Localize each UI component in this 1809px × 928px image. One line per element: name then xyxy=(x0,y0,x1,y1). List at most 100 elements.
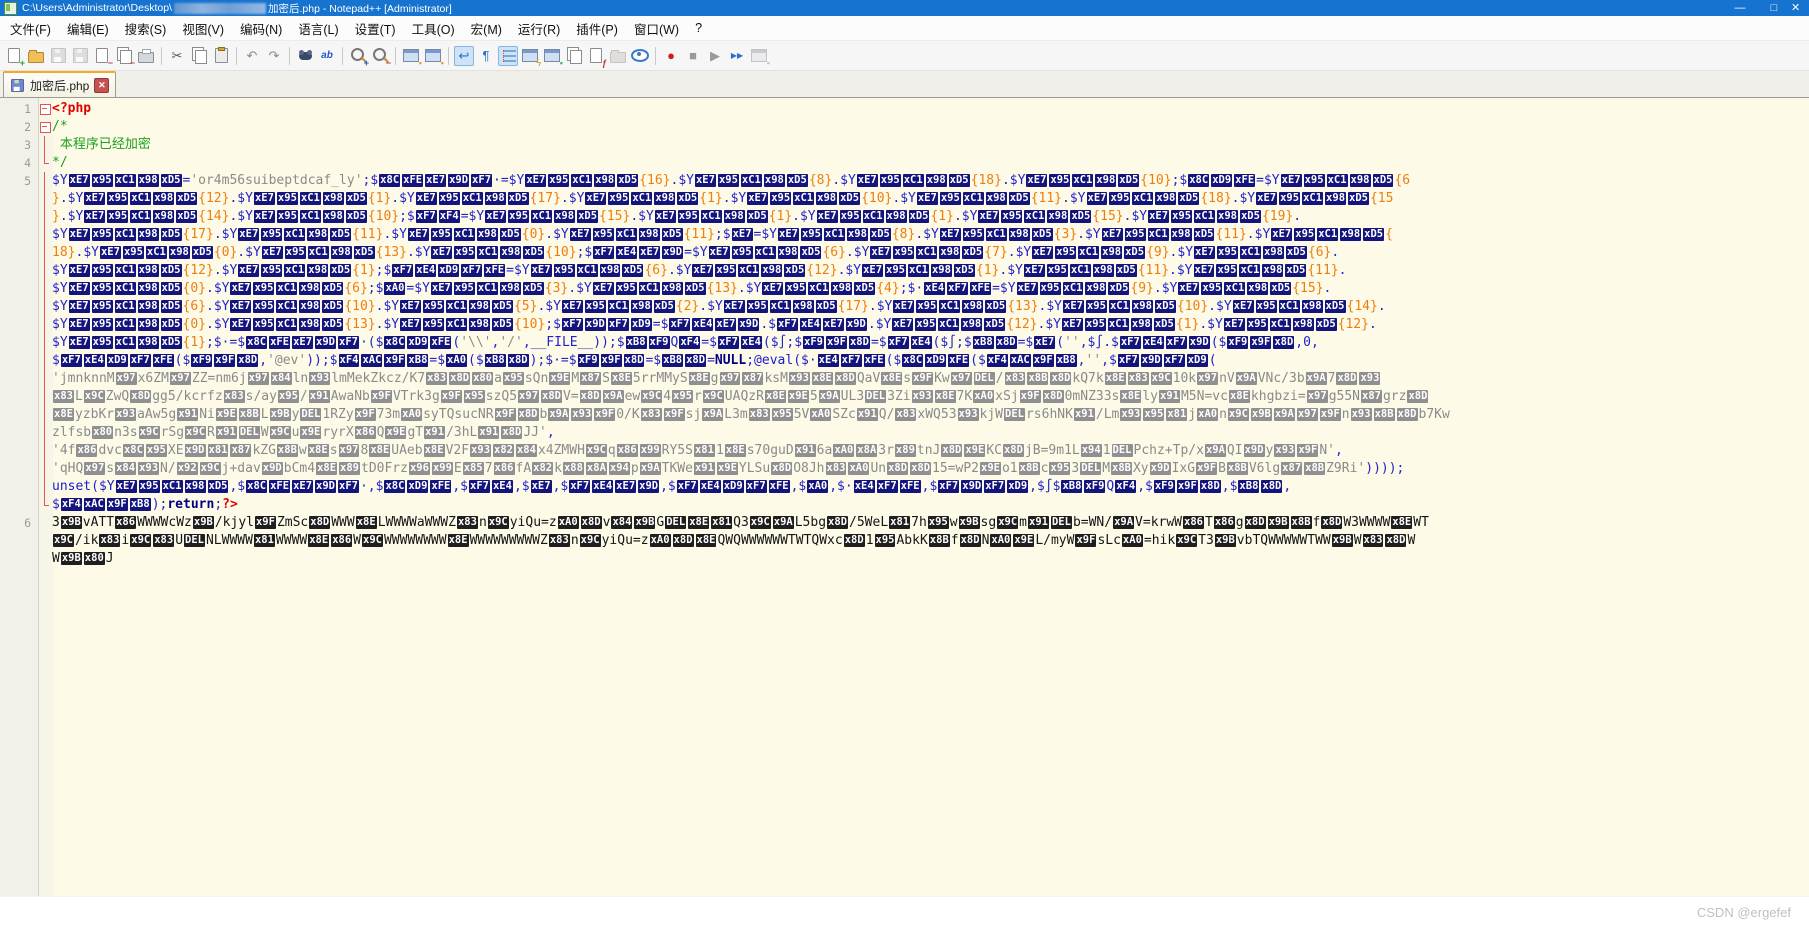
menu-item-4[interactable]: 编码(N) xyxy=(232,16,290,41)
menu-item-2[interactable]: 搜索(S) xyxy=(117,16,175,41)
open-folder-icon[interactable] xyxy=(26,46,46,66)
code-token: L3m xyxy=(724,407,747,422)
macro-stop-icon[interactable]: ■ xyxy=(683,46,703,66)
code-token: '' xyxy=(1064,335,1080,350)
menu-item-0[interactable]: 文件(F) xyxy=(2,16,59,41)
hex-byte-block: x95 xyxy=(1086,300,1107,313)
show-all-characters-icon[interactable]: ¶ xyxy=(476,46,496,66)
document-switcher-icon[interactable]: ▪ xyxy=(542,46,562,66)
code-token: $Y xyxy=(1255,227,1271,242)
paste-icon[interactable] xyxy=(211,46,231,66)
code-token: {4} xyxy=(876,281,899,296)
code-token: . xyxy=(1369,317,1377,332)
code-token: . xyxy=(1002,173,1010,188)
replace-icon[interactable]: ab xyxy=(317,46,337,66)
hex-byte-block: xC1 xyxy=(284,228,305,241)
menu-item-9[interactable]: 运行(R) xyxy=(510,16,568,41)
code-token: . xyxy=(1208,299,1216,314)
menu-item-11[interactable]: 窗口(W) xyxy=(626,16,687,41)
document-map-icon[interactable]: ϟ xyxy=(520,46,540,66)
hex-byte-block: x98 xyxy=(1262,264,1283,277)
maximize-button[interactable]: □ xyxy=(1757,0,1791,16)
hex-byte-block: x9A xyxy=(548,408,569,421)
fold-line-marker xyxy=(38,298,52,316)
minimize-button[interactable]: — xyxy=(1723,0,1757,16)
hex-byte-block: x91 xyxy=(478,426,499,439)
hex-byte-block: xD5 xyxy=(1116,264,1137,277)
menu-item-7[interactable]: 工具(O) xyxy=(404,16,463,41)
hex-byte-block: x8C xyxy=(384,336,405,349)
menu-item-3[interactable]: 视图(V) xyxy=(174,16,232,41)
hex-byte-block: x9D xyxy=(738,318,759,331)
print-icon[interactable] xyxy=(136,46,156,66)
cut-icon[interactable]: ✂ xyxy=(167,46,187,66)
document-list-icon[interactable] xyxy=(564,46,584,66)
new-file-icon[interactable]: + xyxy=(4,46,24,66)
fold-line-marker xyxy=(38,496,52,514)
document-map-badge: ϟ xyxy=(536,59,541,68)
hex-byte-block: x9D xyxy=(315,480,336,493)
menu-item-8[interactable]: 宏(M) xyxy=(463,16,510,41)
hex-byte-block: xC1 xyxy=(276,282,297,295)
menu-item-6[interactable]: 设置(T) xyxy=(347,16,404,41)
folder-as-workspace-icon[interactable] xyxy=(608,46,628,66)
menu-item-1[interactable]: 编辑(E) xyxy=(59,16,117,41)
hex-byte-block: xC1 xyxy=(115,336,136,349)
find-icon[interactable] xyxy=(295,46,315,66)
sync-vertical-scrolling-icon[interactable]: ▪ xyxy=(401,46,421,66)
copy-icon[interactable] xyxy=(189,46,209,66)
fold-collapse-marker[interactable] xyxy=(38,118,52,136)
save-icon[interactable] xyxy=(48,46,68,66)
code-token: NULL xyxy=(715,353,746,368)
close-all-documents-icon[interactable]: − xyxy=(114,46,134,66)
tab-bar: 加密后.php ✕ xyxy=(0,71,1809,98)
word-wrap-icon[interactable]: ↩ xyxy=(454,46,474,66)
menu-item-12[interactable]: ? xyxy=(687,18,710,38)
save-all-icon[interactable] xyxy=(70,46,90,66)
macro-play-icon[interactable]: ▶ xyxy=(705,46,725,66)
hex-byte-block: x8E xyxy=(611,372,632,385)
menu-item-10[interactable]: 插件(P) xyxy=(568,16,626,41)
hex-byte-block: xE7 xyxy=(69,318,90,331)
hex-byte-block: xD9 xyxy=(723,480,744,493)
redo-icon[interactable]: ↷ xyxy=(264,46,284,66)
hex-byte-block: x98 xyxy=(1350,174,1371,187)
hex-byte-block: x9B xyxy=(1215,534,1236,547)
menu-item-5[interactable]: 语言(L) xyxy=(290,16,346,41)
code-area[interactable]: <?php/* 本程序已经加密*/$YxE7x95xC1x98xD5='or4m… xyxy=(52,100,1809,568)
hex-byte-block: xD5 xyxy=(1108,282,1129,295)
tab-close-icon[interactable]: ✕ xyxy=(94,78,109,93)
hex-byte-block: x99 xyxy=(640,444,661,457)
hex-byte-block: xE7 xyxy=(1063,300,1084,313)
code-token: NLWWWW xyxy=(206,533,253,548)
macro-run-multiple-icon[interactable]: ▶▶ xyxy=(727,46,747,66)
monitoring-icon[interactable] xyxy=(630,46,650,66)
close-document-icon[interactable]: − xyxy=(92,46,112,66)
code-token: sLc xyxy=(1097,533,1120,548)
code-token: kQ7k xyxy=(1072,371,1103,386)
line-number-blank xyxy=(0,334,38,352)
undo-icon[interactable]: ↶ xyxy=(242,46,262,66)
hex-byte-block: x8E xyxy=(1105,372,1126,385)
code-token: V6lg xyxy=(1249,461,1280,476)
hex-byte-block: x9D xyxy=(1244,444,1265,457)
function-list-icon[interactable]: ƒ xyxy=(586,46,606,66)
zoom-in-icon[interactable]: + xyxy=(348,46,368,66)
close-button[interactable]: ✕ xyxy=(1791,0,1809,16)
hex-byte-block: xE7 xyxy=(230,318,251,331)
tab-encrypted-php[interactable]: 加密后.php ✕ xyxy=(3,71,116,97)
show-indent-guide-icon[interactable] xyxy=(498,46,518,66)
hex-byte-block: xD9 xyxy=(407,480,428,493)
sync-horizontal-scrolling-icon[interactable]: ▪ xyxy=(423,46,443,66)
code-token: $Y xyxy=(68,209,84,224)
editor-pane[interactable]: <?php/* 本程序已经加密*/$YxE7x95xC1x98xD5='or4m… xyxy=(0,98,1809,896)
hex-byte-block: xD5 xyxy=(1178,192,1199,205)
line-number-blank xyxy=(0,496,38,514)
hex-byte-block: x95 xyxy=(1279,192,1300,205)
hex-byte-block: x98 xyxy=(138,336,159,349)
zoom-out-icon[interactable]: − xyxy=(370,46,390,66)
macro-record-icon[interactable]: ● xyxy=(661,46,681,66)
hex-byte-block: x95 xyxy=(1049,174,1070,187)
fold-collapse-marker[interactable] xyxy=(38,100,52,118)
macro-save-icon[interactable]: ▪ xyxy=(749,46,769,66)
